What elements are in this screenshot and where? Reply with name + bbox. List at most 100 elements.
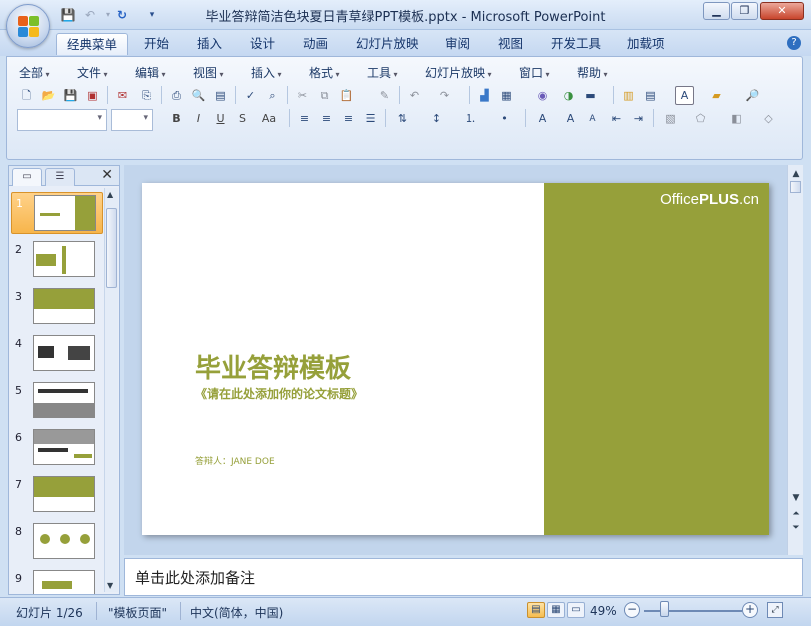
thumbnail-slide-3[interactable]: 3 [11,286,103,328]
thumbnail-slide-1[interactable]: 1 [11,192,103,234]
font-size-combo[interactable] [111,109,153,131]
maximize-button[interactable]: ❐ [731,2,758,20]
office-button[interactable] [6,4,50,48]
shadow-button[interactable]: S [233,109,252,128]
menu-window[interactable]: 窗口 [519,64,550,81]
save-icon[interactable]: 💾 [61,86,80,105]
attach-icon[interactable]: ⎘ [137,86,156,105]
menu-format[interactable]: 格式 [309,64,340,81]
arrange-icon[interactable]: ▧ [661,109,680,128]
chart-icon[interactable]: ▟ [475,86,494,105]
next-slide-icon[interactable]: ⏷ [790,521,802,535]
paste-icon[interactable]: 📋 [337,86,356,105]
tab-design[interactable]: 设计 [240,33,285,55]
numbering-icon[interactable]: ⒈ [461,109,480,128]
folder-icon[interactable]: ▰ [707,86,726,105]
tab-insert[interactable]: 插入 [187,33,232,55]
menu-help[interactable]: 帮助 [577,64,608,81]
font-name-combo[interactable] [17,109,107,131]
thumbnail-slide-2[interactable]: 2 [11,239,103,281]
font-color-icon[interactable]: A [533,109,552,128]
close-button[interactable]: ✕ [760,2,804,20]
italic-button[interactable]: I [189,109,208,128]
slide-title[interactable]: 毕业答辩模板 [195,348,351,385]
thumbnail-slide-4[interactable]: 4 [11,333,103,375]
scroll-up-icon[interactable]: ▲ [107,190,113,199]
line-spacing-icon[interactable]: ↕ [427,109,446,128]
scroll-up-icon[interactable]: ▲ [790,167,802,181]
undo-icon[interactable]: ↶ [405,86,424,105]
quick-styles-icon[interactable]: ◧ [727,109,746,128]
decrease-indent-icon[interactable]: ⇤ [607,109,626,128]
permission-icon[interactable]: ▣ [83,86,102,105]
redo-icon[interactable]: ↷ [435,86,454,105]
align-center-icon[interactable]: ≡ [317,109,336,128]
slide-scrollbar[interactable]: ▲ ▼ ⏶ ⏷ [787,165,803,555]
notes-pane[interactable]: 单击此处添加备注 [124,558,803,596]
thumbnail-slide-9[interactable]: 9 [11,568,103,594]
layout-icon[interactable]: ▤ [641,86,660,105]
publish-icon[interactable]: ✉ [113,86,132,105]
tab-review[interactable]: 审阅 [435,33,480,55]
hyperlink-icon[interactable]: ◉ [533,86,552,105]
previous-slide-icon[interactable]: ⏶ [790,507,802,521]
tab-slideshow[interactable]: 幻灯片放映 [346,33,429,55]
close-pane-icon[interactable]: ✕ [101,167,113,183]
copy-icon[interactable]: ⧉ [315,86,334,105]
bold-button[interactable]: B [167,109,186,128]
scroll-down-icon[interactable]: ▼ [790,491,802,505]
frame-icon[interactable]: ▤ [211,86,230,105]
minimize-button[interactable]: ▁ [703,2,730,20]
tab-outline[interactable]: ☰ [45,168,75,186]
shape-fill-icon[interactable]: ◇ [759,109,778,128]
slideshow-view-icon[interactable]: ▭ [567,602,585,618]
thumbnails-scrollbar[interactable]: ▲ ▼ [104,188,118,592]
thumbnail-slide-5[interactable]: 5 [11,380,103,422]
tab-addins[interactable]: 加载项 [617,33,675,55]
new-icon[interactable]: 🗋 [17,86,36,105]
cut-icon[interactable]: ✂ [293,86,312,105]
menu-all[interactable]: 全部 [19,64,50,81]
menu-insert[interactable]: 插入 [251,64,282,81]
thumbnail-slide-6[interactable]: 6 [11,427,103,469]
tab-animation[interactable]: 动画 [293,33,338,55]
increase-indent-icon[interactable]: ⇥ [629,109,648,128]
tab-home[interactable]: 开始 [134,33,179,55]
table-icon[interactable]: ▦ [497,86,516,105]
format-painter-icon[interactable]: ✎ [375,86,394,105]
tab-developer[interactable]: 开发工具 [541,33,611,55]
zoom-in-icon[interactable]: + [742,602,758,618]
shrink-font-icon[interactable]: A [583,109,602,128]
slide-sorter-icon[interactable]: ▦ [547,602,565,618]
zoom-slider[interactable] [644,610,742,612]
zoom-slider-handle[interactable] [660,601,669,617]
print-icon[interactable]: ⎙ [167,86,186,105]
find-icon[interactable]: 🔎 [743,86,762,105]
zoom-out-icon[interactable]: − [624,602,640,618]
slide-presenter[interactable]: 答辩人：JANE DOE [195,454,275,467]
slide-subtitle[interactable]: 《请在此处添加你的论文标题》 [195,385,363,402]
align-right-icon[interactable]: ≡ [339,109,358,128]
tab-slides[interactable]: ▭ [12,168,42,186]
language-indicator[interactable]: 中文(简体，中国) [190,604,283,621]
tab-classic-menu[interactable]: 经典菜单 [56,33,129,55]
color-bar-icon[interactable]: ▬ [581,86,600,105]
research-icon[interactable]: ⌕ [263,86,282,105]
text-box-icon[interactable]: A [675,86,694,105]
text-direction-icon[interactable]: ⇅ [393,109,412,128]
color-grayscale-icon[interactable]: ◑ [559,86,578,105]
change-case-button[interactable]: Aa [255,109,283,128]
menu-slideshow[interactable]: 幻灯片放映 [425,64,492,81]
help-icon[interactable]: ? [787,36,801,50]
menu-edit[interactable]: 编辑 [135,64,166,81]
menu-view[interactable]: 视图 [193,64,224,81]
fit-to-window-icon[interactable]: ⤢ [767,602,783,618]
spelling-icon[interactable]: ✓ [241,86,260,105]
scrollbar-thumb[interactable] [790,181,801,193]
menu-tools[interactable]: 工具 [367,64,398,81]
normal-view-icon[interactable]: ▤ [527,602,545,618]
shapes-icon[interactable]: ⬠ [691,109,710,128]
print-preview-icon[interactable]: 🔍 [189,86,208,105]
tab-view[interactable]: 视图 [488,33,533,55]
thumbnail-slide-7[interactable]: 7 [11,474,103,516]
